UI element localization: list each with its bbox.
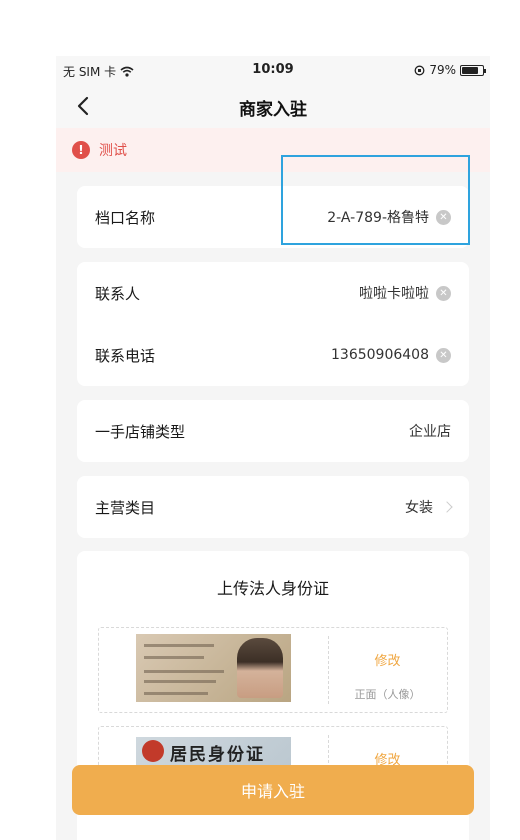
clear-icon[interactable]: ✕ — [436, 209, 451, 225]
id-card-front-image — [136, 634, 291, 702]
stall-name-row[interactable]: 档口名称 2-A-789-格鲁特 ✕ — [77, 186, 469, 248]
stall-name-input[interactable]: 2-A-789-格鲁特 — [327, 207, 429, 227]
chevron-right-icon — [441, 501, 453, 513]
shop-type-value: 企业店 — [409, 424, 451, 440]
shop-type-row[interactable]: 一手店铺类型 企业店 — [77, 400, 469, 462]
clear-icon[interactable]: ✕ — [436, 285, 451, 301]
notice-text: 测试 — [99, 143, 127, 159]
nav-bar: 商家入驻 — [56, 84, 490, 128]
contact-card: 联系人 啦啦卡啦啦 ✕ 联系电话 13650906408 ✕ — [77, 262, 469, 386]
front-side-label: 正面（人像） — [354, 688, 421, 701]
page-title: 商家入驻 — [239, 100, 307, 120]
shop-type-card: 一手店铺类型 企业店 — [77, 400, 469, 462]
phone-screen: 无 SIM 卡 10:09 79% 商家入驻 ! 测试 档口名称 2-A-789… — [56, 56, 490, 840]
status-bar: 无 SIM 卡 10:09 79% — [56, 56, 490, 84]
clear-icon[interactable]: ✕ — [436, 347, 451, 363]
contact-phone-input[interactable]: 13650906408 — [331, 347, 429, 363]
notice-banner: ! 测试 — [56, 128, 490, 172]
category-card: 主营类目 女装 — [77, 476, 469, 538]
contact-phone-label: 联系电话 — [95, 346, 156, 365]
category-value: 女装 — [405, 500, 433, 516]
orientation-lock-icon — [414, 65, 425, 75]
contact-phone-row[interactable]: 联系电话 13650906408 ✕ — [77, 324, 469, 386]
id-card-back-title: 居民身份证 — [170, 745, 265, 765]
stall-card: 档口名称 2-A-789-格鲁特 ✕ — [77, 186, 469, 248]
submit-button[interactable]: 申请入驻 — [72, 765, 474, 815]
upload-title: 上传法人身份证 — [216, 579, 329, 598]
id-front-upload[interactable]: 修改 正面（人像） — [98, 627, 448, 713]
battery-icon — [460, 64, 486, 76]
stall-name-label: 档口名称 — [95, 208, 156, 227]
national-emblem-icon — [142, 740, 164, 762]
alert-icon: ! — [72, 141, 90, 159]
contact-name-label: 联系人 — [95, 284, 141, 303]
contact-name-input[interactable]: 啦啦卡啦啦 — [359, 283, 429, 303]
category-label: 主营类目 — [95, 498, 156, 517]
shop-type-label: 一手店铺类型 — [95, 422, 186, 441]
category-row[interactable]: 主营类目 女装 — [77, 476, 469, 538]
battery-percent: 79% — [429, 63, 456, 77]
contact-name-row[interactable]: 联系人 啦啦卡啦啦 ✕ — [77, 262, 469, 324]
edit-front-button[interactable]: 修改 — [328, 650, 447, 669]
